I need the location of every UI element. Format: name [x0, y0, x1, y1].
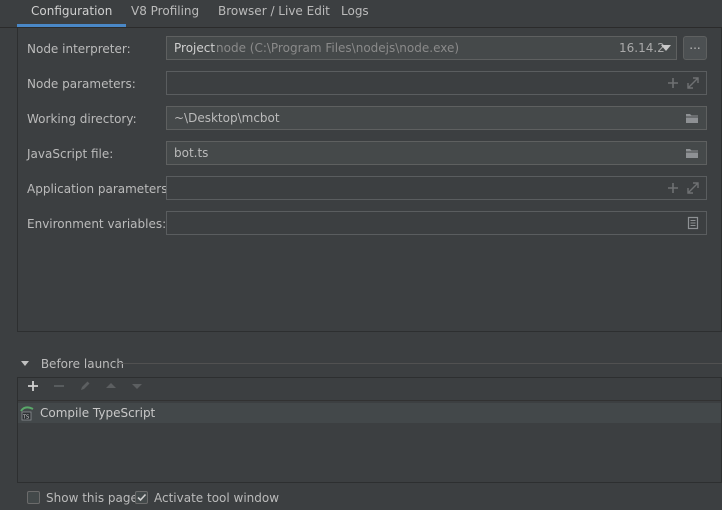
tab-v8-profiling[interactable]: V8 Profiling	[131, 0, 199, 27]
browse-interpreter-button[interactable]: ...	[683, 36, 707, 60]
expand-icon[interactable]	[686, 76, 700, 90]
chevron-down-icon[interactable]	[660, 42, 674, 56]
document-icon[interactable]	[686, 216, 700, 230]
typescript-compile-icon: TS	[20, 405, 36, 421]
show-this-page-label[interactable]: Show this page	[46, 490, 138, 506]
expand-icon[interactable]	[686, 181, 700, 195]
working-directory-input[interactable]: ~\Desktop\mcbot	[166, 106, 707, 130]
edit-icon[interactable]	[77, 380, 93, 396]
folder-icon[interactable]	[685, 146, 699, 160]
application-parameters-input[interactable]	[166, 176, 707, 200]
add-icon[interactable]	[25, 380, 41, 396]
before-launch-title: Before launch	[40, 357, 124, 371]
javascript-file-label: JavaScript file:	[27, 147, 114, 161]
interpreter-prefix: Project	[174, 41, 216, 55]
plus-icon[interactable]	[666, 181, 680, 195]
node-parameters-input[interactable]	[166, 71, 707, 95]
svg-text:TS: TS	[22, 415, 29, 421]
environment-variables-label: Environment variables:	[27, 217, 167, 231]
application-parameters-label: Application parameters:	[27, 182, 172, 196]
javascript-file-input[interactable]: bot.ts	[166, 141, 707, 165]
node-parameters-label-text: Node parameters:	[27, 77, 136, 91]
tab-configuration[interactable]: Configuration	[16, 0, 127, 27]
before-launch-header[interactable]: Before launch	[20, 356, 124, 372]
node-parameters-label: Node parameters:	[27, 76, 136, 92]
list-item[interactable]: TS Compile TypeScript	[18, 403, 721, 423]
environment-variables-input[interactable]	[166, 211, 707, 235]
plus-icon[interactable]	[666, 76, 680, 90]
interpreter-path: node (C:\Program Files\nodejs\node.exe)	[216, 41, 460, 55]
checkmark-icon	[137, 493, 147, 502]
activate-tool-window-label[interactable]: Activate tool window	[154, 490, 279, 506]
tab-logs[interactable]: Logs	[341, 0, 369, 27]
move-up-icon[interactable]	[103, 380, 119, 396]
node-interpreter-label: Node interpreter:	[27, 42, 131, 56]
before-launch-toolbar	[18, 378, 721, 401]
working-directory-value: ~\Desktop\mcbot	[174, 111, 280, 125]
interpreter-version: 16.14.2	[619, 41, 665, 55]
tab-browser-live-edit[interactable]: Browser / Live Edit	[218, 0, 330, 27]
run-configuration-panel: Configuration V8 Profiling Browser / Liv…	[0, 0, 722, 510]
tab-bar: Configuration V8 Profiling Browser / Liv…	[0, 0, 722, 28]
list-item-label: Compile TypeScript	[40, 406, 156, 420]
before-launch-separator	[118, 363, 722, 364]
remove-icon[interactable]	[51, 380, 67, 396]
node-interpreter-select[interactable]: Project node (C:\Program Files\nodejs\no…	[166, 36, 677, 60]
folder-icon[interactable]	[685, 111, 699, 125]
show-this-page-checkbox[interactable]	[27, 491, 40, 504]
javascript-file-value: bot.ts	[174, 146, 209, 160]
activate-tool-window-checkbox[interactable]	[135, 491, 148, 504]
collapse-triangle-icon[interactable]	[20, 357, 32, 373]
working-directory-label: Working directory:	[27, 112, 137, 126]
before-launch-list: TS Compile TypeScript	[17, 377, 722, 483]
move-down-icon[interactable]	[129, 380, 145, 396]
